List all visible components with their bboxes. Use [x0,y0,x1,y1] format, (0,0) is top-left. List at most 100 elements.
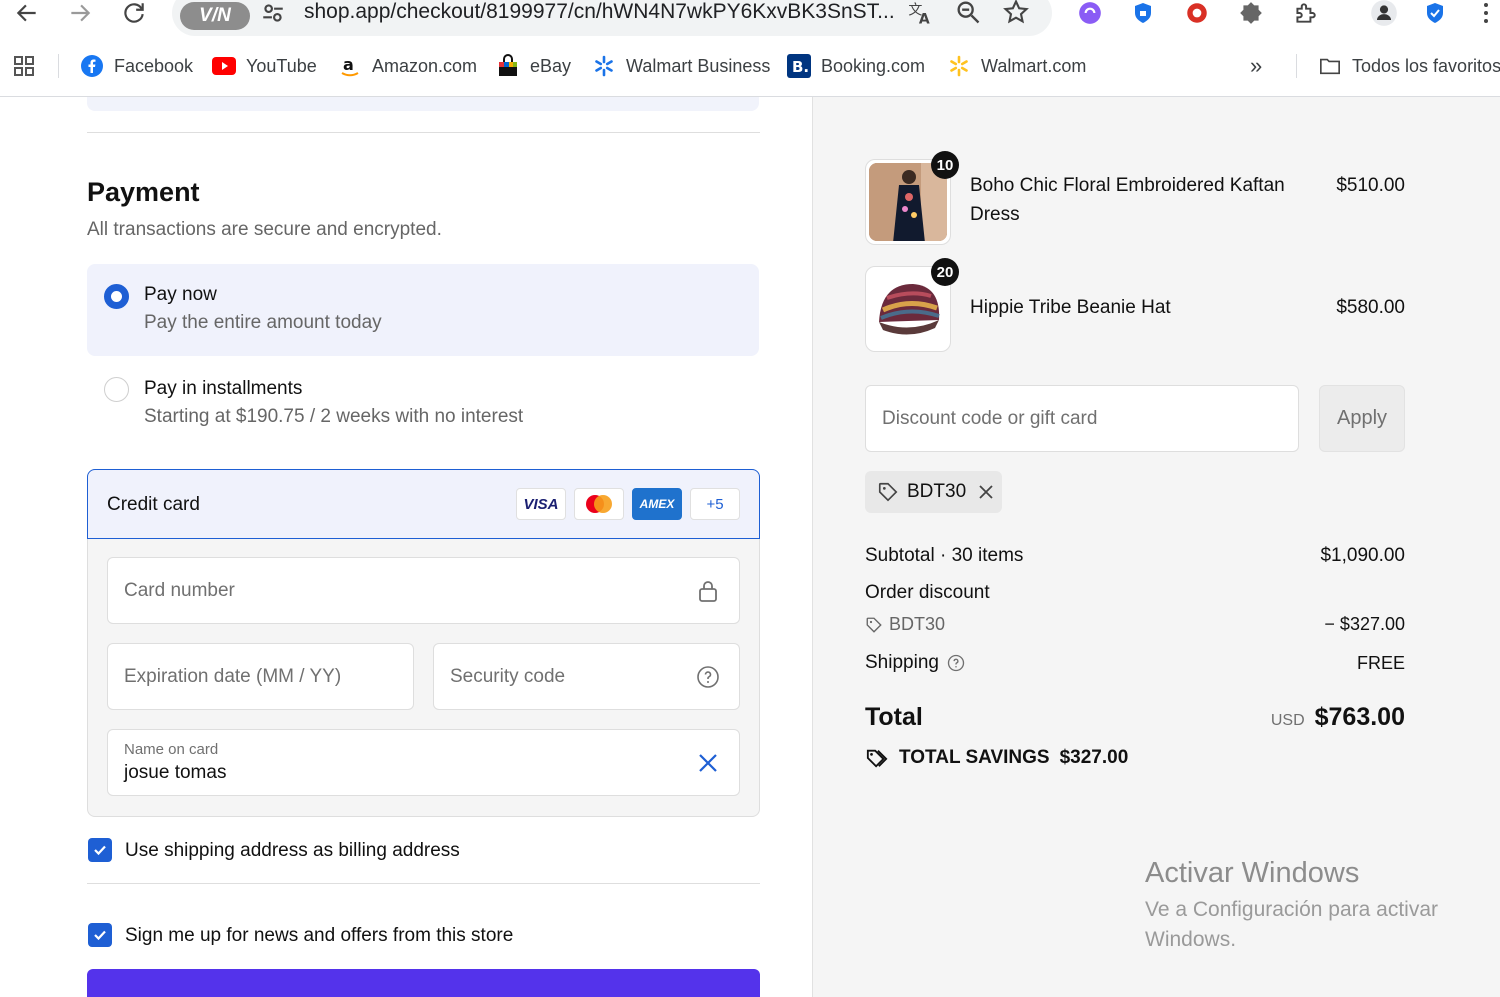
billing-address-label[interactable]: Use shipping address as billing address [125,840,460,862]
browser-menu-icon[interactable] [1472,0,1500,26]
reload-icon [124,3,144,23]
bookmark-walmart-business[interactable]: Walmart Business [592,54,770,78]
bookmark-label: Todos los favoritos [1352,55,1500,76]
item-name: Hippie Tribe Beanie Hat [970,297,1171,318]
forward-button[interactable] [62,0,98,26]
section-divider [87,132,760,133]
translate-icon[interactable]: 文A [906,0,934,26]
bookmark-label: Walmart Business [626,55,771,76]
card-number-field[interactable]: Card number [107,557,740,624]
more-bookmarks-button[interactable]: » [1250,53,1262,78]
bookmark-amazon[interactable]: a Amazon.com [338,54,477,78]
bookmark-label: Amazon.com [372,55,478,76]
remove-discount-x-icon[interactable] [978,484,994,500]
discount-code-placeholder: Discount code or gift card [882,408,1098,429]
address-bar[interactable]: V/N shop.app/checkout/8199977/cn/hWN4N7w… [172,0,1052,36]
mastercard-logo [574,488,624,520]
item-name: Boho Chic Floral Embroidered Kaftan Dres… [970,175,1285,225]
apps-grid-button[interactable] [12,54,36,78]
payment-subtitle: All transactions are secure and encrypte… [87,219,442,240]
bookmark-booking[interactable]: B. Booking.com [787,54,925,78]
security-code-field[interactable]: Security code [433,643,740,710]
tag-icon [866,617,882,633]
tag-icon [878,482,898,502]
expiration-date-field[interactable]: Expiration date (MM / YY) [107,643,414,710]
item-price: $510.00 [1336,175,1405,196]
subtotal-value: $1,090.00 [1320,545,1405,566]
pay-now-radio[interactable] [104,284,129,309]
card-number-placeholder: Card number [124,580,235,601]
svg-text:A: A [919,12,930,26]
newsletter-checkbox[interactable] [88,923,112,947]
previous-section-edge [87,97,759,111]
discount-code-input[interactable]: Discount code or gift card [865,385,1299,452]
newsletter-label[interactable]: Sign me up for news and offers from this… [125,925,513,947]
checkmark-icon [94,845,106,856]
pay-now-button[interactable] [87,969,760,997]
help-circle-icon[interactable] [695,664,721,690]
name-on-card-field[interactable]: Name on card josue tomas [107,729,740,796]
forward-arrow-icon [71,4,91,22]
payment-heading: Payment [87,177,200,207]
credit-card-header[interactable]: Credit card VISA AMEX +5 [87,469,760,539]
applied-discount-code: BDT30 [907,481,967,502]
bookmark-walmart[interactable]: Walmart.com [947,54,1086,78]
visa-logo: VISA [516,488,566,520]
bookmark-star-icon[interactable] [1002,0,1030,26]
walmart-spark-yellow-icon [947,54,971,78]
product-thumbnail-kaftan: 10 [865,151,959,245]
vpn-badge[interactable]: V/N [180,2,250,30]
windows-activation-subtitle: Ve a Configuración para activar Windows. [1145,898,1439,951]
bookmarks-divider [58,54,59,78]
bookmarks-bar: Facebook YouTube a Amazon.com eBay Walma… [0,46,1500,86]
total-savings-label: TOTAL SAVINGS [899,747,1050,768]
security-shield-icon[interactable] [1421,0,1449,26]
credit-card-panel: Credit card VISA AMEX +5 Card number Exp… [87,469,760,817]
bookmark-ebay[interactable]: eBay [496,54,571,78]
back-arrow-icon [16,4,36,22]
pay-installments-option[interactable]: Pay in installments Starting at $190.75 … [87,367,759,439]
url-text[interactable]: shop.app/checkout/8199977/cn/hWN4N7wkPY6… [304,0,895,24]
reload-button[interactable] [116,0,152,26]
extensions-puzzle-icon[interactable] [1291,0,1319,26]
profile-avatar-icon[interactable] [1370,0,1398,26]
more-card-brands: +5 [690,488,740,520]
amex-logo: AMEX [632,488,682,520]
svg-text:a: a [343,55,354,74]
zoom-icon[interactable] [954,0,982,26]
ebay-bag-icon [496,54,520,78]
clear-x-icon[interactable] [695,750,721,776]
extension-red-bug-icon[interactable] [1183,0,1211,26]
shipping-value: FREE [1356,653,1405,673]
pay-now-description: Pay the entire amount today [144,312,382,333]
bookmark-facebook[interactable]: Facebook [80,54,193,78]
bookmark-label: Facebook [114,55,194,76]
subtotal-label: Subtotal · 30 items [865,545,1024,566]
pay-installments-radio[interactable] [104,377,129,402]
total-label: Total [865,703,923,731]
windows-activation-title: Activar Windows [1145,857,1360,889]
billing-address-checkbox[interactable] [88,838,112,862]
currency-code: USD [1270,712,1305,729]
youtube-icon [212,54,236,78]
order-discount-code-row: BDT30 [865,614,945,635]
bookmark-label: YouTube [246,55,317,76]
bookmark-label: Booking.com [821,55,926,76]
bookmark-youtube[interactable]: YouTube [212,54,317,78]
extension-shield-lock-icon[interactable] [1129,0,1157,26]
browser-toolbar: V/N shop.app/checkout/8199977/cn/hWN4N7w… [0,0,1500,40]
pay-installments-description: Starting at $190.75 / 2 weeks with no in… [144,406,524,427]
credit-card-label: Credit card [107,494,200,515]
extension-purple-icon[interactable] [1076,0,1104,26]
shipping-label: Shipping [865,652,939,673]
apply-discount-button[interactable]: Apply [1319,385,1405,452]
bookmark-label: Walmart.com [981,55,1087,76]
all-bookmarks-folder[interactable]: Todos los favoritos [1318,54,1500,78]
quantity-badge: 10 [931,151,959,179]
shipping-help-icon[interactable] [947,654,965,672]
extension-badge-icon[interactable] [1237,0,1265,26]
pay-installments-title: Pay in installments [144,378,303,399]
pay-now-option[interactable]: Pay now Pay the entire amount today [87,264,759,356]
site-settings-icon[interactable] [260,0,286,26]
back-button[interactable] [9,0,45,26]
